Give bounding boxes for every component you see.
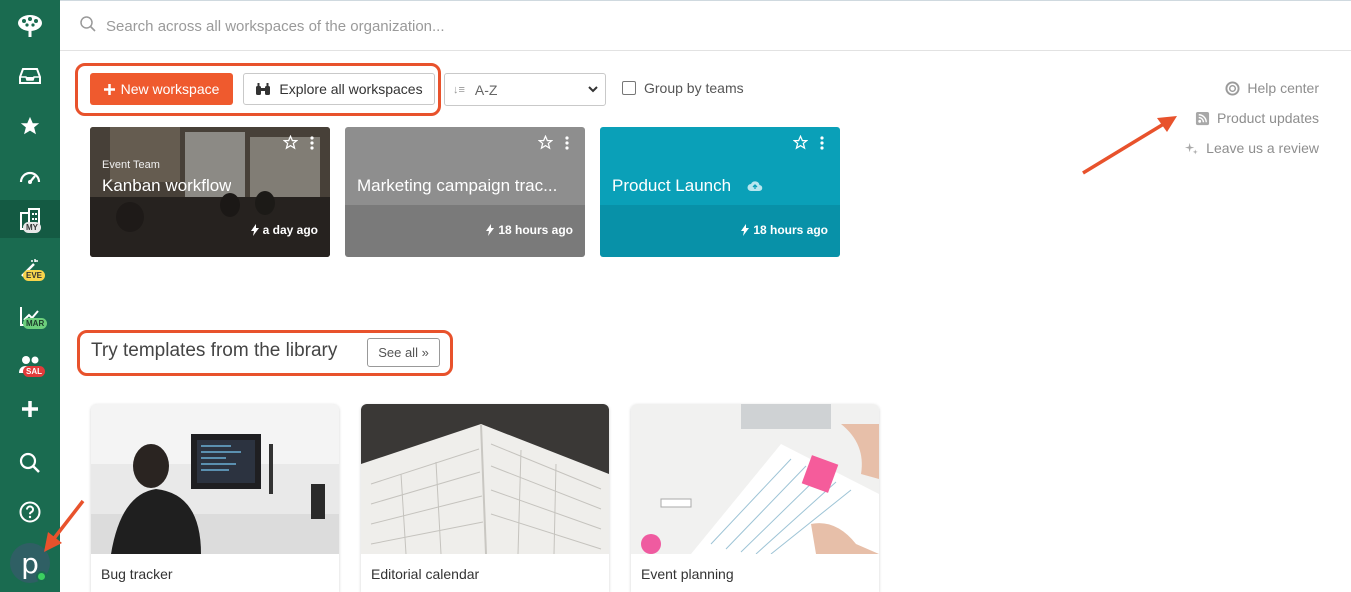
right-links: Help center Product updates Leave us a r…	[1184, 73, 1319, 163]
workspace-team-label: Event Team	[102, 159, 160, 171]
template-name: Bug tracker	[101, 566, 173, 582]
top-search-bar	[60, 0, 1351, 51]
sidebar-item-sal[interactable]: SAL	[0, 344, 60, 384]
chevron-down-icon	[588, 86, 598, 93]
online-status-dot	[36, 571, 47, 582]
template-photo-developer	[91, 404, 339, 554]
lightning-icon	[250, 224, 259, 236]
product-updates-label: Product updates	[1217, 110, 1319, 126]
help-center-label: Help center	[1247, 80, 1319, 96]
rss-feed-icon	[1195, 111, 1210, 125]
leave-review-link[interactable]: Leave us a review	[1184, 133, 1319, 163]
workspace-title: Kanban workflow	[102, 176, 232, 195]
annotation-arrow-avatar	[44, 499, 85, 552]
template-photo-planner	[361, 404, 609, 554]
new-workspace-button[interactable]: New workspace	[90, 73, 233, 105]
template-card-editorial-calendar[interactable]: Editorial calendar	[361, 404, 609, 592]
explore-workspaces-label: Explore all workspaces	[279, 81, 423, 97]
product-updates-link[interactable]: Product updates	[1184, 103, 1319, 133]
dashboard-gauge-icon[interactable]	[0, 156, 60, 196]
template-photo-event	[631, 404, 879, 554]
workspace-card-kanban[interactable]: Event Team Kanban workflow a day ago	[90, 127, 330, 257]
sort-icon: ↓≡	[453, 83, 465, 96]
sort-select[interactable]: ↓≡ A-Z	[444, 73, 606, 106]
group-by-teams-checkbox[interactable]	[622, 81, 636, 95]
favorite-star-icon[interactable]	[538, 135, 553, 150]
binoculars-icon	[256, 83, 271, 95]
workspace-title: Marketing campaign trac...	[357, 176, 558, 195]
lightning-icon	[486, 224, 495, 236]
search-icon[interactable]	[0, 443, 60, 483]
template-card-event-planning[interactable]: Event planning	[631, 404, 879, 592]
workspace-card-product-launch[interactable]: Product Launch 18 hours ago	[600, 127, 840, 257]
group-by-teams-label: Group by teams	[644, 80, 744, 96]
logo-tree-icon[interactable]	[0, 6, 60, 46]
workspace-updated-text: 18 hours ago	[753, 223, 828, 237]
leave-review-label: Leave us a review	[1206, 140, 1319, 156]
see-all-templates-button[interactable]: See all »	[367, 338, 440, 367]
template-card-bug-tracker[interactable]: Bug tracker	[91, 404, 339, 592]
workspace-updated: a day ago	[250, 223, 318, 237]
workspace-updated-text: 18 hours ago	[498, 223, 573, 237]
sidebar-item-eve[interactable]: EVE	[0, 248, 60, 288]
cloud-upload-icon	[747, 181, 763, 192]
more-options-icon[interactable]	[310, 136, 314, 150]
workspace-card-marketing[interactable]: Marketing campaign trac... 18 hours ago	[345, 127, 585, 257]
workspace-title: Product Launch	[612, 176, 732, 195]
badge-sal: SAL	[23, 366, 45, 377]
search-input[interactable]	[106, 15, 706, 37]
badge-my: MY	[23, 222, 41, 233]
workspace-updated-text: a day ago	[262, 223, 318, 237]
plus-icon	[103, 83, 115, 95]
explore-workspaces-button[interactable]: Explore all workspaces	[243, 73, 435, 105]
sidebar-item-my-workspaces[interactable]: MY	[0, 200, 60, 238]
template-name: Editorial calendar	[371, 566, 480, 582]
sidebar-item-mar[interactable]: MAR	[0, 296, 60, 336]
help-center-link[interactable]: Help center	[1184, 73, 1319, 103]
badge-eve: EVE	[23, 270, 46, 281]
new-workspace-label: New workspace	[120, 81, 220, 97]
favorite-star-icon[interactable]	[793, 135, 808, 150]
sort-value: A-Z	[474, 81, 498, 98]
lifebuoy-icon	[1225, 80, 1240, 96]
add-plus-icon[interactable]	[0, 389, 60, 429]
lightning-icon	[741, 224, 750, 236]
favorite-star-icon[interactable]	[283, 135, 298, 150]
template-name: Event planning	[641, 566, 734, 582]
more-options-icon[interactable]	[820, 136, 824, 150]
inbox-icon[interactable]	[0, 56, 60, 96]
annotation-arrow-product-updates	[1082, 116, 1177, 175]
workspace-updated: 18 hours ago	[741, 223, 828, 237]
badge-mar: MAR	[23, 318, 48, 329]
sparkles-icon	[1185, 142, 1198, 154]
group-by-teams-option[interactable]: Group by teams	[622, 80, 744, 96]
workspace-updated: 18 hours ago	[486, 223, 573, 237]
star-icon[interactable]	[0, 106, 60, 146]
templates-heading: Try templates from the library	[91, 340, 338, 361]
more-options-icon[interactable]	[565, 136, 569, 150]
search-icon	[80, 16, 96, 32]
